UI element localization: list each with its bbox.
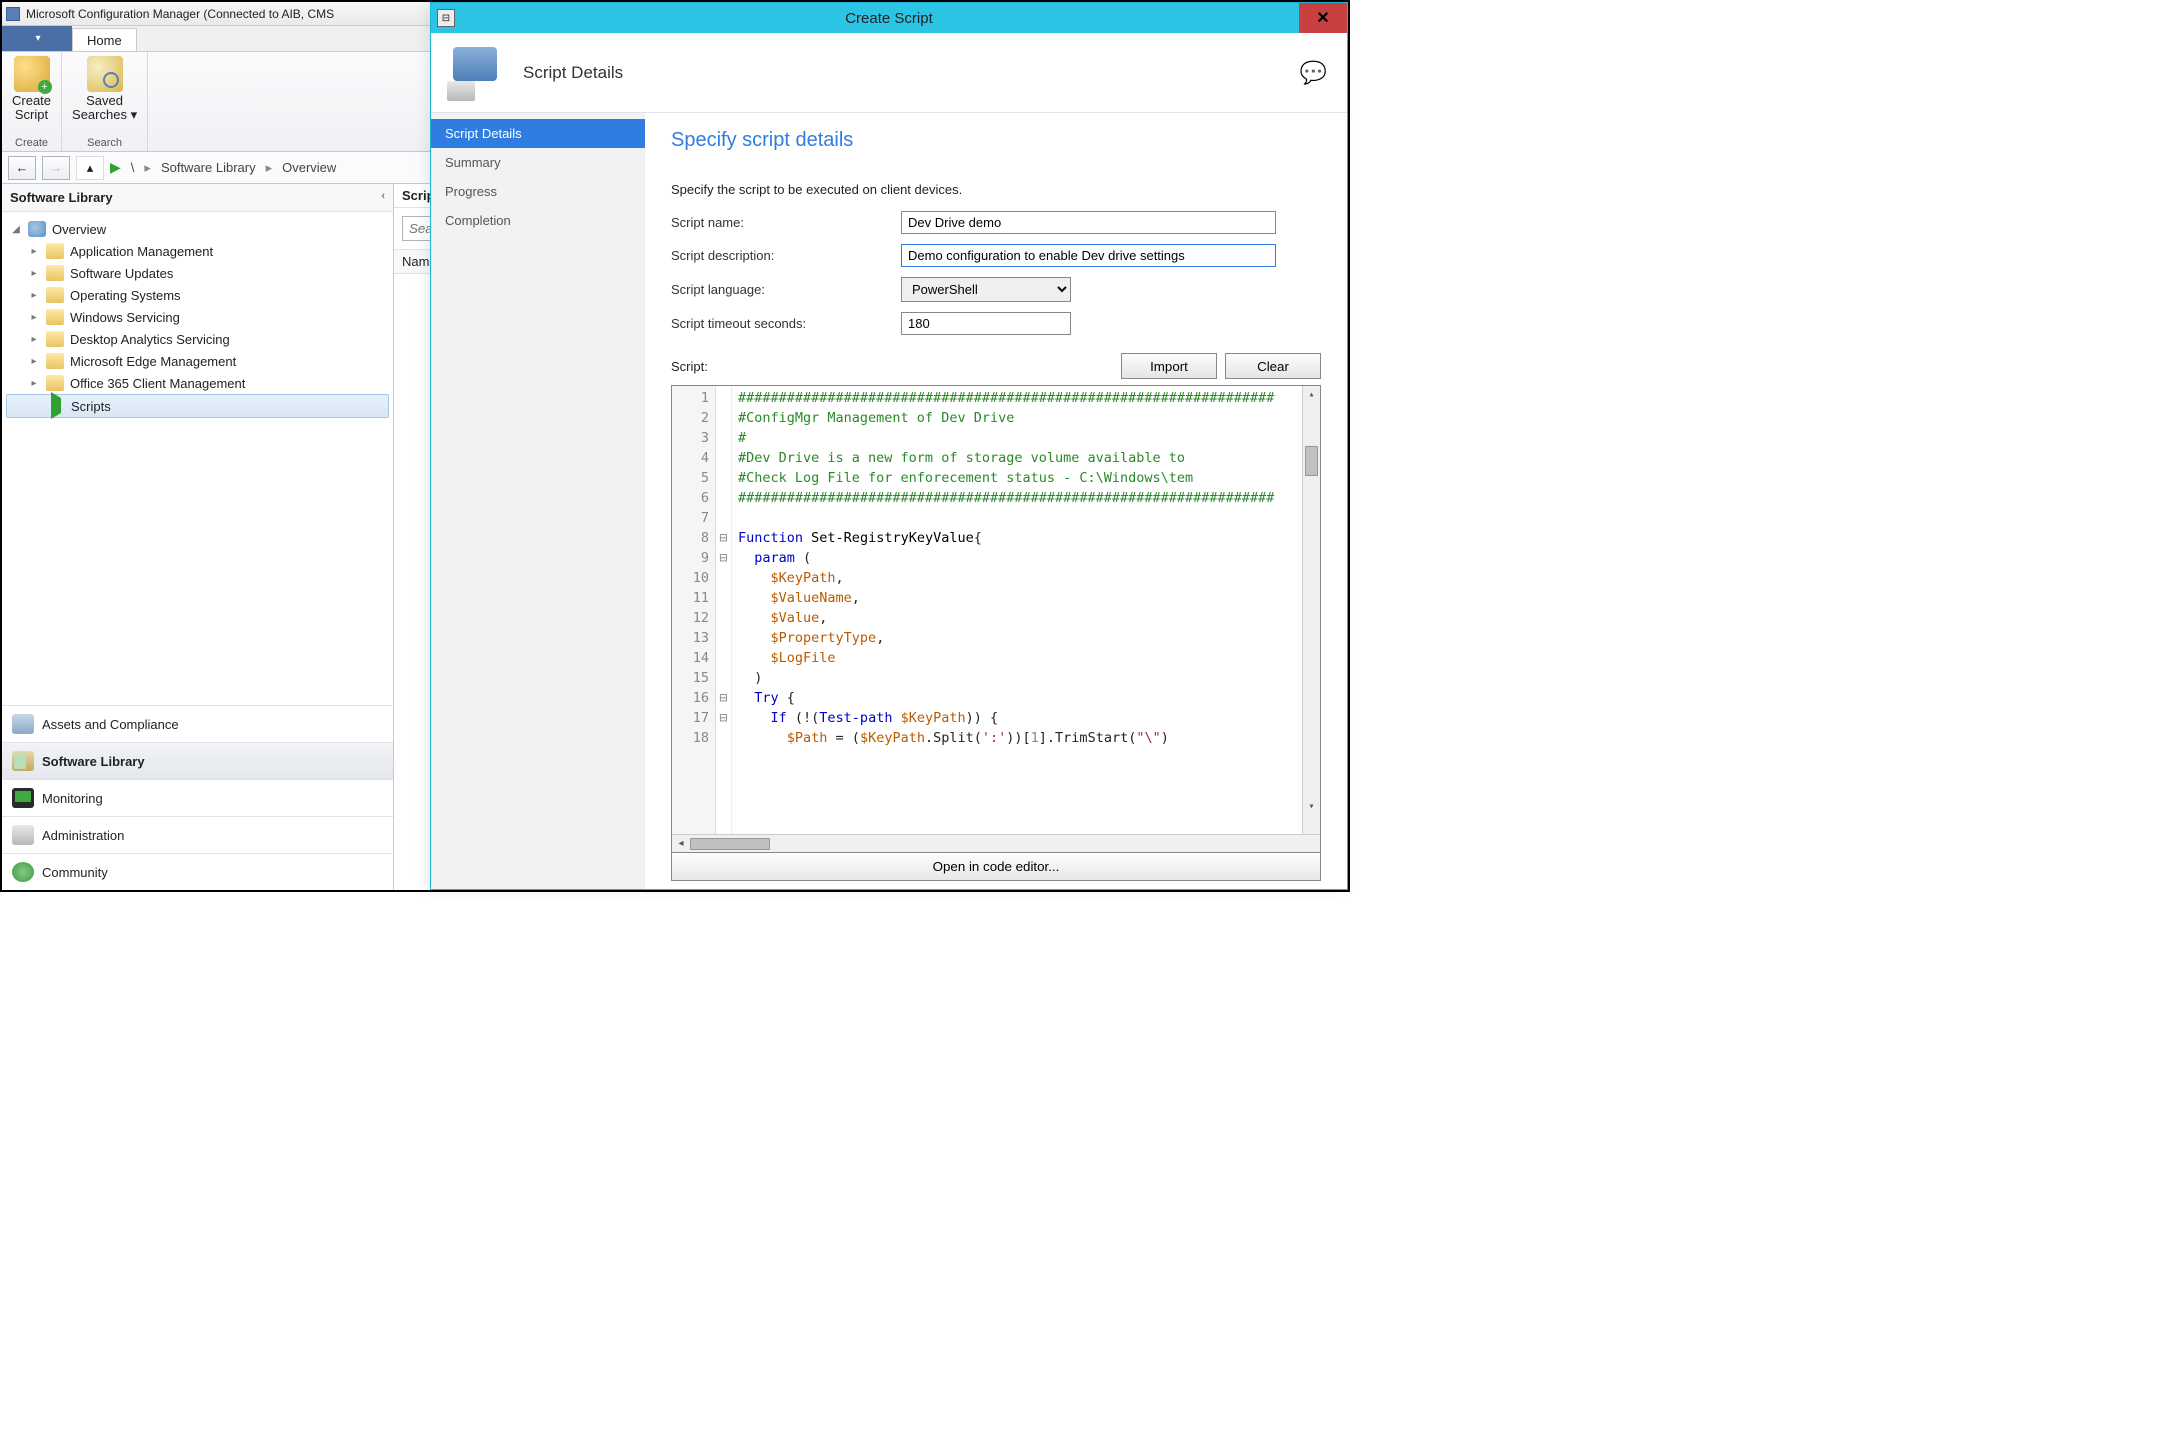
nav-forward-button[interactable]: →	[42, 156, 70, 180]
script-wizard-icon	[443, 43, 507, 103]
breadcrumb-root[interactable]: \	[127, 160, 139, 175]
tree-item-0[interactable]: ▸Application Management	[6, 240, 389, 262]
wizard-step-summary[interactable]: Summary	[431, 148, 645, 177]
create-script-dialog: ⊟ Create Script ✕ Script Details 💬 Scrip…	[430, 2, 1348, 890]
nav-up-button[interactable]: ▴	[76, 156, 104, 180]
navstack-monitoring[interactable]: Monitoring	[2, 779, 393, 816]
label-script: Script:	[671, 359, 708, 374]
dialog-header-title: Script Details	[523, 63, 623, 83]
tree-overview[interactable]: ◢Overview	[6, 218, 389, 240]
folder-icon	[46, 287, 64, 303]
wizard-step-script-details[interactable]: Script Details	[431, 119, 645, 148]
overview-icon	[28, 221, 46, 237]
chevron-right-icon: ▸	[144, 160, 151, 176]
create-script-button[interactable]: Create Script	[12, 56, 51, 122]
import-button[interactable]: Import	[1121, 353, 1217, 379]
play-icon: ▶	[110, 159, 121, 176]
close-button[interactable]: ✕	[1299, 3, 1347, 33]
ribbon-group-create-label: Create	[15, 137, 48, 149]
saved-searches-icon	[87, 56, 123, 92]
backstage-button[interactable]	[2, 26, 72, 51]
saved-searches-button[interactable]: Saved Searches ▾	[72, 56, 137, 122]
instruction-text: Specify the script to be executed on cli…	[671, 182, 1321, 197]
ribbon-group-search-label: Search	[87, 137, 122, 149]
horizontal-scrollbar[interactable]: ◂	[672, 834, 1320, 852]
monitoring-icon	[12, 788, 34, 808]
tab-home[interactable]: Home	[72, 28, 137, 51]
navstack-assets[interactable]: Assets and Compliance	[2, 705, 393, 742]
label-script-timeout: Script timeout seconds:	[671, 316, 901, 331]
feedback-icon[interactable]: 💬	[1300, 60, 1327, 86]
administration-icon	[12, 825, 34, 845]
wizard-step-completion[interactable]: Completion	[431, 206, 645, 235]
chevron-right-icon: ▸	[266, 160, 273, 176]
tree-item-1[interactable]: ▸Software Updates	[6, 262, 389, 284]
label-script-name: Script name:	[671, 215, 901, 230]
window-title: Microsoft Configuration Manager (Connect…	[26, 7, 334, 21]
folder-icon	[46, 243, 64, 259]
dialog-title: Create Script	[845, 10, 933, 27]
pane-header-software-library: Software Library ‹	[2, 184, 393, 212]
folder-icon	[46, 265, 64, 281]
page-title: Specify script details	[671, 129, 1321, 152]
open-in-code-editor-button[interactable]: Open in code editor...	[671, 853, 1321, 881]
software-library-icon	[12, 751, 34, 771]
folder-icon	[46, 331, 64, 347]
tree-item-6[interactable]: ▸Office 365 Client Management	[6, 372, 389, 394]
breadcrumb-overview[interactable]: Overview	[278, 160, 340, 175]
script-name-input[interactable]	[901, 211, 1276, 234]
app-icon	[6, 7, 20, 21]
script-editor[interactable]: ########################################…	[732, 386, 1302, 834]
wizard-step-progress[interactable]: Progress	[431, 177, 645, 206]
script-description-input[interactable]	[901, 244, 1276, 267]
script-language-select[interactable]: PowerShell	[901, 277, 1071, 302]
label-script-description: Script description:	[671, 248, 901, 263]
tree-item-2[interactable]: ▸Operating Systems	[6, 284, 389, 306]
collapse-icon[interactable]: ‹	[381, 190, 385, 202]
breadcrumb-software-library[interactable]: Software Library	[157, 160, 260, 175]
navstack-community[interactable]: Community	[2, 853, 393, 890]
navstack-software-library[interactable]: Software Library	[2, 742, 393, 779]
navstack-administration[interactable]: Administration	[2, 816, 393, 853]
tree-item-4[interactable]: ▸Desktop Analytics Servicing	[6, 328, 389, 350]
dialog-titlebar[interactable]: ⊟ Create Script ✕	[431, 3, 1347, 33]
folder-icon	[46, 375, 64, 391]
tree-item-5[interactable]: ▸Microsoft Edge Management	[6, 350, 389, 372]
script-timeout-input[interactable]	[901, 312, 1071, 335]
label-script-language: Script language:	[671, 282, 901, 297]
community-icon	[12, 862, 34, 882]
code-gutter: 123456789101112131415161718	[672, 386, 716, 834]
create-script-icon	[14, 56, 50, 92]
folder-icon	[46, 353, 64, 369]
clear-button[interactable]: Clear	[1225, 353, 1321, 379]
nav-back-button[interactable]: ←	[8, 156, 36, 180]
folder-icon	[46, 309, 64, 325]
assets-icon	[12, 714, 34, 734]
tree-scripts[interactable]: Scripts	[6, 394, 389, 418]
vertical-scrollbar[interactable]: ▴▾	[1302, 386, 1320, 834]
code-fold-column[interactable]: ⊟⊟⊟⊟	[716, 386, 732, 834]
system-menu-icon[interactable]: ⊟	[437, 9, 455, 27]
tree-item-3[interactable]: ▸Windows Servicing	[6, 306, 389, 328]
scripts-icon	[51, 392, 61, 419]
